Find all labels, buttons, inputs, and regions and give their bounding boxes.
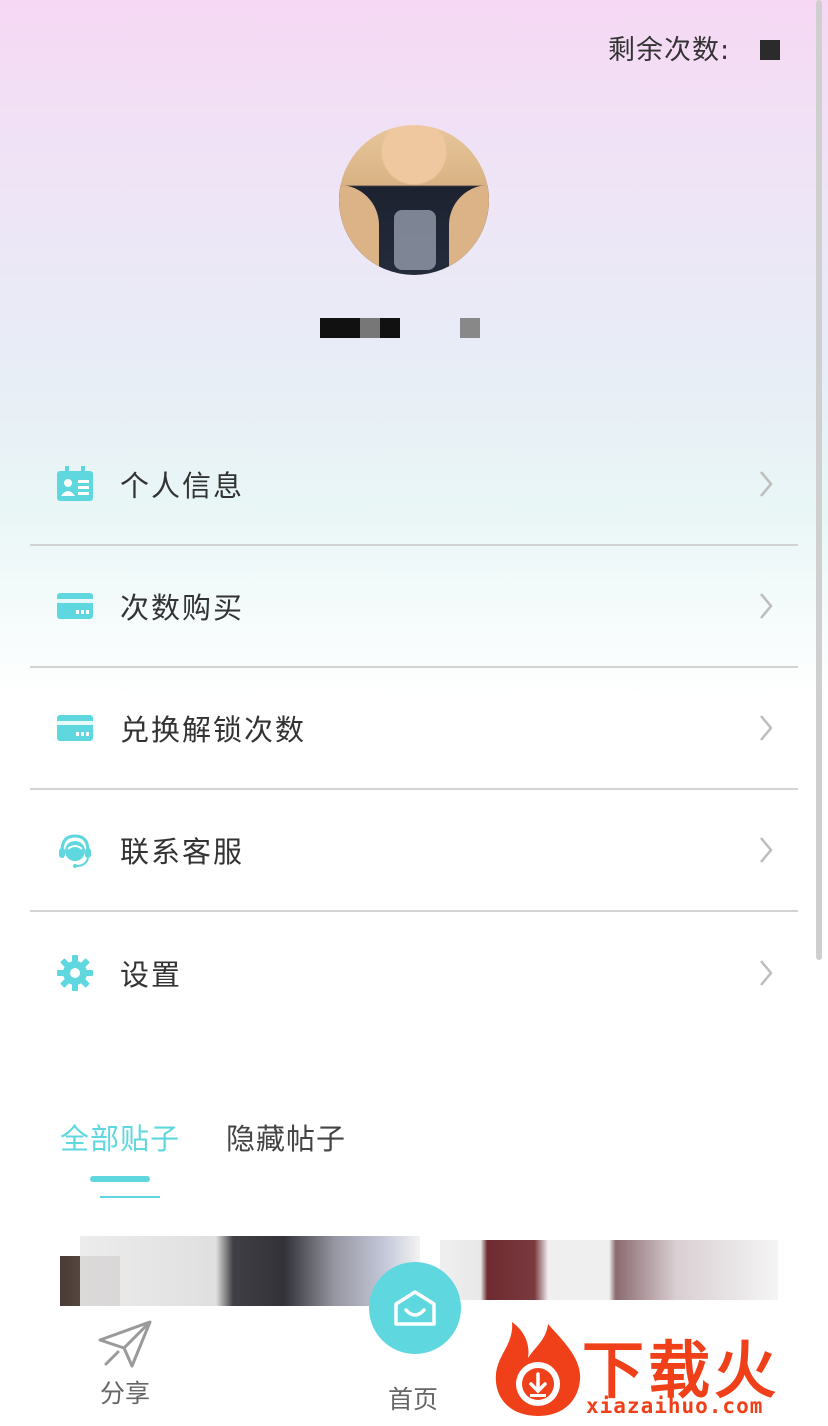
nav-home-button[interactable] (369, 1262, 461, 1354)
menu-item-personal-info[interactable]: 个人信息 (30, 424, 798, 546)
active-tab-indicator (90, 1176, 150, 1182)
scrollbar[interactable] (816, 0, 822, 960)
avatar[interactable] (339, 125, 489, 275)
post-thumbnail[interactable] (440, 1240, 778, 1300)
watermark-url: xiazaihuo.com (586, 1394, 764, 1418)
nav-share-label: 分享 (99, 1379, 150, 1408)
flame-download-icon (495, 1322, 581, 1416)
chevron-right-icon (760, 837, 773, 863)
credit-card-icon (56, 709, 94, 747)
tab-all-posts[interactable]: 全部贴子 (60, 1116, 180, 1158)
gear-icon (56, 954, 94, 992)
id-card-icon (56, 465, 94, 503)
menu-item-contact-support[interactable]: 联系客服 (30, 790, 798, 912)
menu-item-label: 次数购买 (120, 591, 245, 625)
nav-home-label: 首页 (388, 1385, 439, 1414)
username (320, 318, 480, 338)
avatar-detail (449, 185, 489, 275)
menu-item-label: 设置 (120, 958, 183, 992)
tab-underline (100, 1196, 160, 1198)
home-smile-icon (394, 1290, 436, 1326)
chevron-right-icon (760, 960, 773, 986)
avatar-detail (339, 185, 379, 275)
tab-hidden-posts[interactable]: 隐藏帖子 (226, 1116, 346, 1158)
menu-item-label: 联系客服 (120, 835, 245, 869)
nav-share[interactable]: 分享 (96, 1318, 154, 1410)
menu-item-settings[interactable]: 设置 (30, 912, 798, 1034)
avatar-detail (394, 210, 436, 270)
menu-item-label: 个人信息 (120, 469, 245, 503)
chevron-right-icon (760, 715, 773, 741)
chevron-right-icon (760, 471, 773, 497)
paper-plane-icon (98, 1320, 152, 1368)
headset-icon (56, 831, 94, 869)
menu-item-label: 兑换解锁次数 (120, 713, 307, 747)
credit-card-icon (56, 587, 94, 625)
chevron-right-icon (760, 593, 773, 619)
post-thumbnail[interactable] (80, 1236, 420, 1306)
menu-item-redeem-unlock[interactable]: 兑换解锁次数 (30, 668, 798, 790)
watermark-logo: 下载火 xiazaihuo.com (490, 1318, 820, 1423)
remaining-count-value (760, 40, 780, 60)
menu-item-buy-count[interactable]: 次数购买 (30, 546, 798, 668)
remaining-count-label: 剩余次数: (608, 35, 731, 66)
settings-menu: 个人信息 次数购买 兑换解锁次数 联系客服 设置 (30, 424, 798, 1034)
